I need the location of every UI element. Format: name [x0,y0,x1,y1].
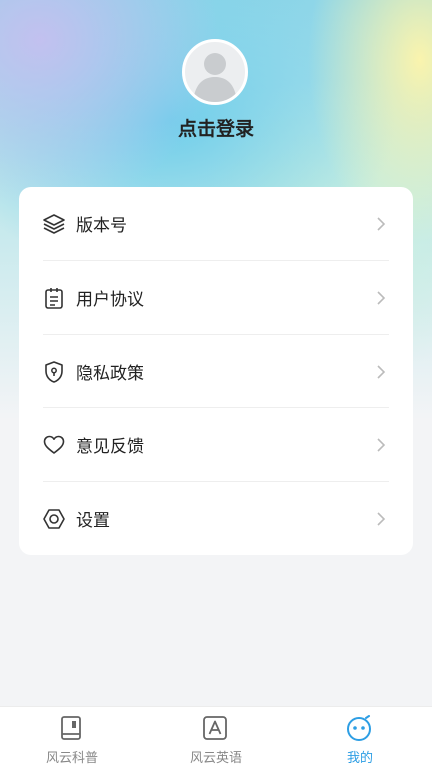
letter-a-icon [203,716,227,740]
menu-item-user-agreement[interactable]: 用户协议 [19,261,413,334]
tab-science[interactable]: 风云科普 [0,707,144,769]
menu-item-feedback[interactable]: 意见反馈 [19,408,413,481]
tab-mine[interactable]: 我的 [288,707,432,769]
clipboard-icon [45,287,63,309]
menu-card: 版本号 用户协议 隐私政策 意见反馈 设置 [19,187,413,555]
menu-item-label: 用户协议 [76,290,144,310]
hexagon-settings-icon [43,508,65,529]
chevron-right-icon [377,364,386,379]
shield-keyhole-icon [45,360,63,383]
chevron-right-icon [377,437,386,452]
bottom-tab-bar: 风云科普 风云英语 我的 [0,706,432,769]
menu-item-label: 意见反馈 [76,437,144,457]
menu-item-version[interactable]: 版本号 [19,187,413,260]
book-icon [61,716,81,740]
menu-item-privacy-policy[interactable]: 隐私政策 [19,335,413,408]
login-link[interactable]: 点击登录 [0,114,432,141]
tab-label: 风云英语 [189,751,242,766]
tab-english[interactable]: 风云英语 [144,707,288,769]
chevron-right-icon [377,290,386,305]
smiley-face-icon [347,715,371,741]
layers-icon [43,213,65,234]
menu-item-label: 版本号 [76,216,127,236]
chevron-right-icon [377,216,386,231]
tab-label: 风云科普 [45,751,98,766]
tab-label: 我的 [346,751,373,766]
menu-item-label: 隐私政策 [76,364,144,384]
menu-item-settings[interactable]: 设置 [19,482,413,555]
heart-icon [43,435,65,454]
default-avatar-icon [193,53,237,102]
menu-item-label: 设置 [76,511,110,531]
avatar[interactable] [182,39,248,105]
chevron-right-icon [377,511,386,526]
